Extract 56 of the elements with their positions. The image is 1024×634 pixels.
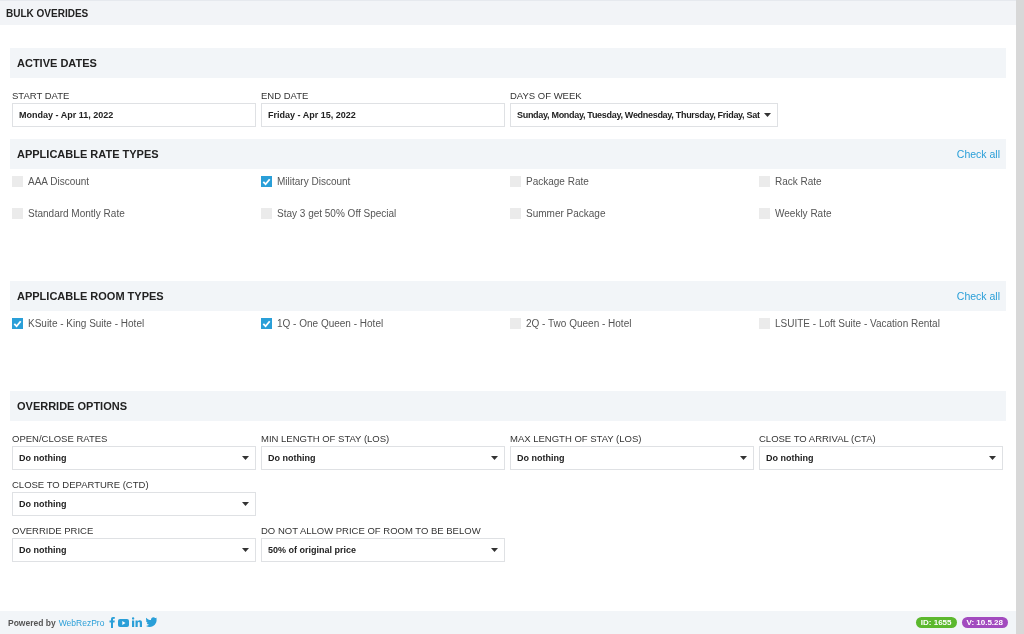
caret-icon (242, 548, 249, 552)
checkbox[interactable] (261, 176, 272, 187)
dropdown[interactable]: Do nothing (261, 446, 505, 470)
field-label: CLOSE TO ARRIVAL (CTA) (759, 433, 877, 444)
checkbox-label: 1Q - One Queen - Hotel (277, 318, 384, 329)
section-title: APPLICABLE ROOM TYPES (17, 290, 164, 302)
caret-icon (740, 456, 747, 460)
checkbox[interactable] (12, 318, 23, 329)
caret-icon (242, 502, 249, 506)
field-label: DAYS OF WEEK (510, 90, 583, 101)
dropdown[interactable]: Sunday, Monday, Tuesday, Wednesday, Thursday, Friday, Sat (510, 103, 778, 127)
date-input[interactable]: Monday - Apr 11, 2022 (12, 103, 256, 127)
dropdown[interactable]: Do nothing (12, 446, 256, 470)
dropdown[interactable]: Do nothing (510, 446, 754, 470)
scrollbar-track[interactable] (1016, 0, 1024, 634)
checkbox-label: Rack Rate (775, 176, 822, 187)
checkbox-label: KSuite - King Suite - Hotel (28, 318, 145, 329)
checkbox-label: AAA Discount (28, 176, 90, 187)
checkbox-label: Summer Package (526, 208, 606, 219)
dropdown[interactable]: Do nothing (12, 538, 256, 562)
linkedin-icon (132, 617, 144, 628)
badge: ID: 1655 (915, 617, 957, 628)
caret-icon (989, 456, 996, 460)
field-label: OVERRIDE PRICE (12, 525, 95, 536)
date-input[interactable]: Friday - Apr 15, 2022 (261, 103, 505, 127)
caret-icon (242, 456, 249, 460)
caret-icon (763, 113, 771, 117)
section-title: ACTIVE DATES (17, 57, 97, 69)
caret-icon (491, 456, 498, 460)
checkbox-label: LSUITE - Loft Suite - Vacation Rental (775, 318, 940, 329)
facebook-icon (109, 617, 116, 628)
field-label: MAX LENGTH OF STAY (LOS) (510, 433, 643, 444)
field-label: MIN LENGTH OF STAY (LOS) (261, 433, 391, 444)
dropdown[interactable]: 50% of original price (261, 538, 505, 562)
field-label: END DATE (261, 90, 310, 101)
caret-icon (491, 548, 498, 552)
section-title: OVERRIDE OPTIONS (17, 400, 128, 412)
checkbox-label: Weekly Rate (775, 208, 832, 219)
field-label: DO NOT ALLOW PRICE OF ROOM TO BE BELOW (261, 525, 482, 536)
checkbox-label: Standard Montly Rate (28, 208, 125, 219)
checkbox-label: Military Discount (277, 176, 351, 187)
dropdown[interactable]: Do nothing (759, 446, 1003, 470)
field-label: CLOSE TO DEPARTURE (CTD) (12, 479, 150, 490)
video-play-icon (118, 617, 130, 628)
checkbox[interactable] (261, 318, 272, 329)
checkbox-label: Stay 3 get 50% Off Special (277, 208, 397, 219)
checkbox-label: Package Rate (526, 176, 589, 187)
field-label: OPEN/CLOSE RATES (12, 433, 109, 444)
badge: V: 10.5.28 (961, 617, 1008, 628)
bird-icon (146, 617, 158, 628)
dropdown[interactable]: Do nothing (12, 492, 256, 516)
page-title: BULK OVERIDES (6, 7, 89, 19)
checkbox-label: 2Q - Two Queen - Hotel (526, 318, 632, 329)
section-title: APPLICABLE RATE TYPES (17, 148, 159, 160)
powered-by-text: Powered by (8, 617, 56, 628)
field-label: START DATE (12, 90, 71, 101)
